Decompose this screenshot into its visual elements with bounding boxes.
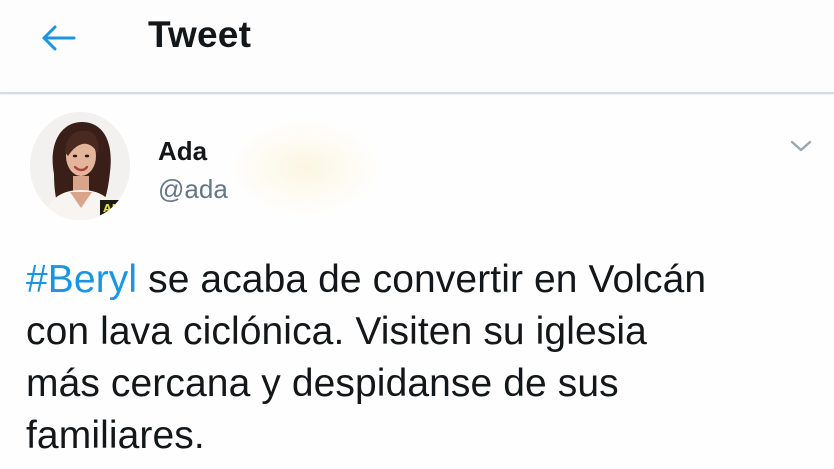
avatar-badge-text: AN [103,202,121,215]
tweet-line-3: más cercana y despidanse de sus [26,362,619,405]
profile-photo: AN [30,112,130,220]
avatar[interactable]: AN [30,112,130,220]
tweet-text: #Beryl se acaba de convertir en Volcán c… [26,254,826,462]
arrow-left-icon [42,25,76,51]
tweet-detail-screen: Tweet AN Ada @ada #Beryl se acaba de con… [0,0,834,469]
author-handle[interactable]: @ada [158,174,228,205]
tweet-line-1-text: se acaba de convertir en Volcán [137,258,707,301]
tweet-line-4: familiares. [26,414,205,457]
blurred-area [230,120,380,215]
back-button[interactable] [34,16,82,60]
hashtag-link[interactable]: #Beryl [26,258,137,301]
tweet-options-button[interactable] [784,132,818,160]
page-title: Tweet [148,14,252,55]
tweet-line-2: con lava ciclónica. Visiten su iglesia [26,310,647,353]
top-app-bar: Tweet [0,0,834,94]
tweet-line-1: #Beryl se acaba de convertir en Volcán [26,254,826,306]
chevron-down-icon [790,140,812,152]
author-name[interactable]: Ada [158,136,207,167]
